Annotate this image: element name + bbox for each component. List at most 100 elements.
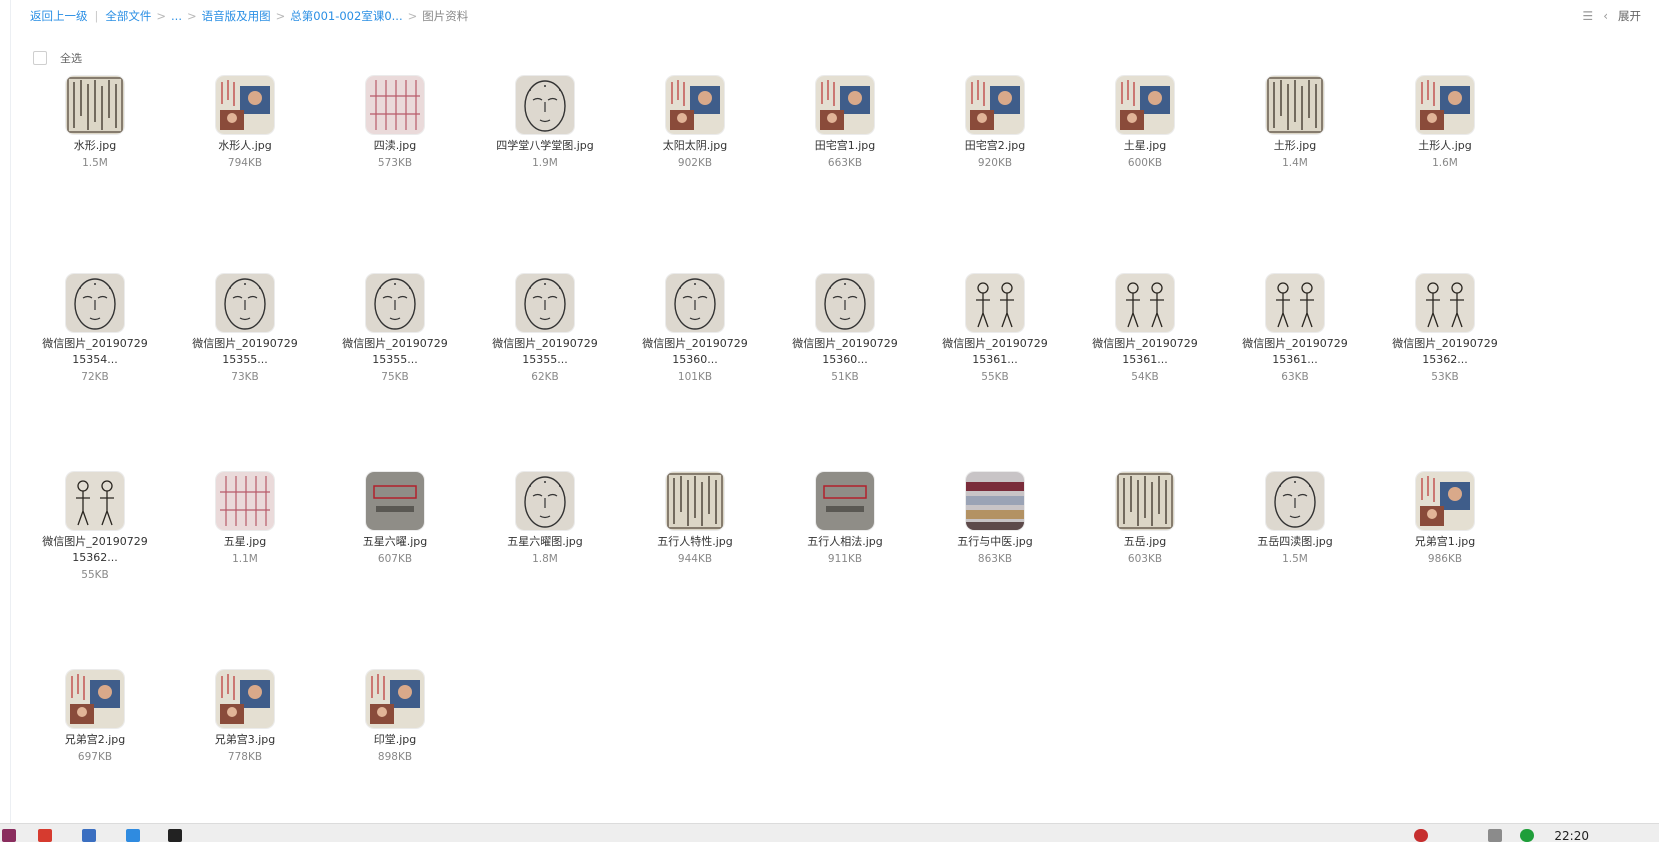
file-name[interactable]: 兄弟宫2.jpg xyxy=(40,732,150,748)
file-item[interactable]: 土形人.jpg 1.6M xyxy=(1390,76,1500,171)
chevron-left-icon[interactable]: ‹ xyxy=(1603,9,1608,23)
file-item[interactable]: 微信图片_2019072915362... 53KB xyxy=(1390,274,1500,385)
file-thumbnail[interactable] xyxy=(516,274,574,332)
file-item[interactable]: 印堂.jpg 898KB xyxy=(340,670,450,765)
file-thumbnail[interactable] xyxy=(366,670,424,728)
file-thumbnail[interactable] xyxy=(216,274,274,332)
file-item[interactable]: 土星.jpg 600KB xyxy=(1090,76,1200,171)
breadcrumb-ellipsis[interactable]: ... xyxy=(171,9,182,23)
file-thumbnail[interactable] xyxy=(516,76,574,134)
file-name[interactable]: 五行人相法.jpg xyxy=(790,534,900,550)
file-item[interactable]: 五星六曜.jpg 607KB xyxy=(340,472,450,567)
file-thumbnail[interactable] xyxy=(66,274,124,332)
back-link[interactable]: 返回上一级 xyxy=(30,8,88,24)
file-item[interactable]: 兄弟宫2.jpg 697KB xyxy=(40,670,150,765)
file-item[interactable]: 田宅宫2.jpg 920KB xyxy=(940,76,1050,171)
file-name[interactable]: 五岳四渎图.jpg xyxy=(1240,534,1350,550)
file-thumbnail[interactable] xyxy=(1416,274,1474,332)
file-name[interactable]: 兄弟宫3.jpg xyxy=(190,732,300,748)
file-item[interactable]: 太阳太阴.jpg 902KB xyxy=(640,76,750,171)
file-item[interactable]: 微信图片_2019072915355... 75KB xyxy=(340,274,450,385)
breadcrumb-folder-audio[interactable]: 语音版及用图 xyxy=(202,8,271,24)
file-thumbnail[interactable] xyxy=(216,472,274,530)
file-thumbnail[interactable] xyxy=(666,472,724,530)
app-icon[interactable] xyxy=(82,829,96,842)
file-thumbnail[interactable] xyxy=(1416,76,1474,134)
file-thumbnail[interactable] xyxy=(816,274,874,332)
file-name[interactable]: 五行与中医.jpg xyxy=(940,534,1050,550)
file-name[interactable]: 微信图片_2019072915354... xyxy=(40,336,150,368)
file-name[interactable]: 微信图片_2019072915362... xyxy=(1390,336,1500,368)
expand-button[interactable]: 展开 xyxy=(1618,8,1641,24)
file-thumbnail[interactable] xyxy=(666,76,724,134)
list-view-icon[interactable]: ☰ xyxy=(1582,9,1593,23)
file-item[interactable]: 微信图片_2019072915361... 63KB xyxy=(1240,274,1350,385)
file-thumbnail[interactable] xyxy=(1116,472,1174,530)
file-name[interactable]: 微信图片_2019072915355... xyxy=(190,336,300,368)
file-item[interactable]: 水形.jpg 1.5M xyxy=(40,76,150,171)
file-thumbnail[interactable] xyxy=(66,472,124,530)
file-item[interactable]: 微信图片_2019072915360... 101KB xyxy=(640,274,750,385)
file-name[interactable]: 印堂.jpg xyxy=(340,732,450,748)
file-thumbnail[interactable] xyxy=(816,76,874,134)
file-name[interactable]: 五星六曜.jpg xyxy=(340,534,450,550)
file-name[interactable]: 微信图片_2019072915360... xyxy=(640,336,750,368)
file-thumbnail[interactable] xyxy=(966,76,1024,134)
file-name[interactable]: 微信图片_2019072915360... xyxy=(790,336,900,368)
file-name[interactable]: 微信图片_2019072915361... xyxy=(1090,336,1200,368)
file-thumbnail[interactable] xyxy=(366,76,424,134)
file-name[interactable]: 微信图片_2019072915362... xyxy=(40,534,150,566)
tray-icon[interactable] xyxy=(1414,829,1428,842)
file-name[interactable]: 水形.jpg xyxy=(40,138,150,154)
file-item[interactable]: 土形.jpg 1.4M xyxy=(1240,76,1350,171)
file-thumbnail[interactable] xyxy=(1416,472,1474,530)
file-thumbnail[interactable] xyxy=(966,472,1024,530)
file-item[interactable]: 微信图片_2019072915355... 73KB xyxy=(190,274,300,385)
file-thumbnail[interactable] xyxy=(216,670,274,728)
file-item[interactable]: 微信图片_2019072915361... 55KB xyxy=(940,274,1050,385)
file-thumbnail[interactable] xyxy=(666,274,724,332)
file-item[interactable]: 微信图片_2019072915362... 55KB xyxy=(40,472,150,583)
file-item[interactable]: 四学堂八学堂图.jpg 1.9M xyxy=(490,76,600,171)
breadcrumb-folder-course[interactable]: 总第001-002室课0... xyxy=(290,8,402,24)
file-name[interactable]: 土形人.jpg xyxy=(1390,138,1500,154)
file-thumbnail[interactable] xyxy=(66,76,124,134)
file-item[interactable]: 四渎.jpg 573KB xyxy=(340,76,450,171)
file-name[interactable]: 微信图片_2019072915355... xyxy=(340,336,450,368)
file-item[interactable]: 兄弟宫1.jpg 986KB xyxy=(1390,472,1500,567)
file-name[interactable]: 微信图片_2019072915355... xyxy=(490,336,600,368)
select-all[interactable]: 全选 xyxy=(33,50,82,66)
file-item[interactable]: 微信图片_2019072915354... 72KB xyxy=(40,274,150,385)
file-name[interactable]: 土形.jpg xyxy=(1240,138,1350,154)
file-item[interactable]: 水形人.jpg 794KB xyxy=(190,76,300,171)
network-icon[interactable] xyxy=(1488,829,1502,842)
file-name[interactable]: 田宅宫1.jpg xyxy=(790,138,900,154)
file-name[interactable]: 田宅宫2.jpg xyxy=(940,138,1050,154)
file-thumbnail[interactable] xyxy=(1116,76,1174,134)
file-thumbnail[interactable] xyxy=(1116,274,1174,332)
file-thumbnail[interactable] xyxy=(816,472,874,530)
breadcrumb-all-files[interactable]: 全部文件 xyxy=(105,8,151,24)
file-item[interactable]: 兄弟宫3.jpg 778KB xyxy=(190,670,300,765)
file-name[interactable]: 五行人特性.jpg xyxy=(640,534,750,550)
file-name[interactable]: 四渎.jpg xyxy=(340,138,450,154)
select-all-checkbox[interactable] xyxy=(33,51,47,65)
file-item[interactable]: 微信图片_2019072915361... 54KB xyxy=(1090,274,1200,385)
file-name[interactable]: 微信图片_2019072915361... xyxy=(1240,336,1350,368)
file-item[interactable]: 五行与中医.jpg 863KB xyxy=(940,472,1050,567)
file-name[interactable]: 四学堂八学堂图.jpg xyxy=(490,138,600,154)
file-item[interactable]: 田宅宫1.jpg 663KB xyxy=(790,76,900,171)
app-icon[interactable] xyxy=(38,829,52,842)
file-thumbnail[interactable] xyxy=(66,670,124,728)
app-icon[interactable] xyxy=(2,829,16,842)
file-thumbnail[interactable] xyxy=(1266,274,1324,332)
file-item[interactable]: 五星.jpg 1.1M xyxy=(190,472,300,567)
file-name[interactable]: 太阳太阴.jpg xyxy=(640,138,750,154)
file-name[interactable]: 微信图片_2019072915361... xyxy=(940,336,1050,368)
file-item[interactable]: 五行人特性.jpg 944KB xyxy=(640,472,750,567)
file-item[interactable]: 微信图片_2019072915355... 62KB xyxy=(490,274,600,385)
file-item[interactable]: 微信图片_2019072915360... 51KB xyxy=(790,274,900,385)
file-thumbnail[interactable] xyxy=(966,274,1024,332)
file-thumbnail[interactable] xyxy=(1266,76,1324,134)
file-name[interactable]: 兄弟宫1.jpg xyxy=(1390,534,1500,550)
